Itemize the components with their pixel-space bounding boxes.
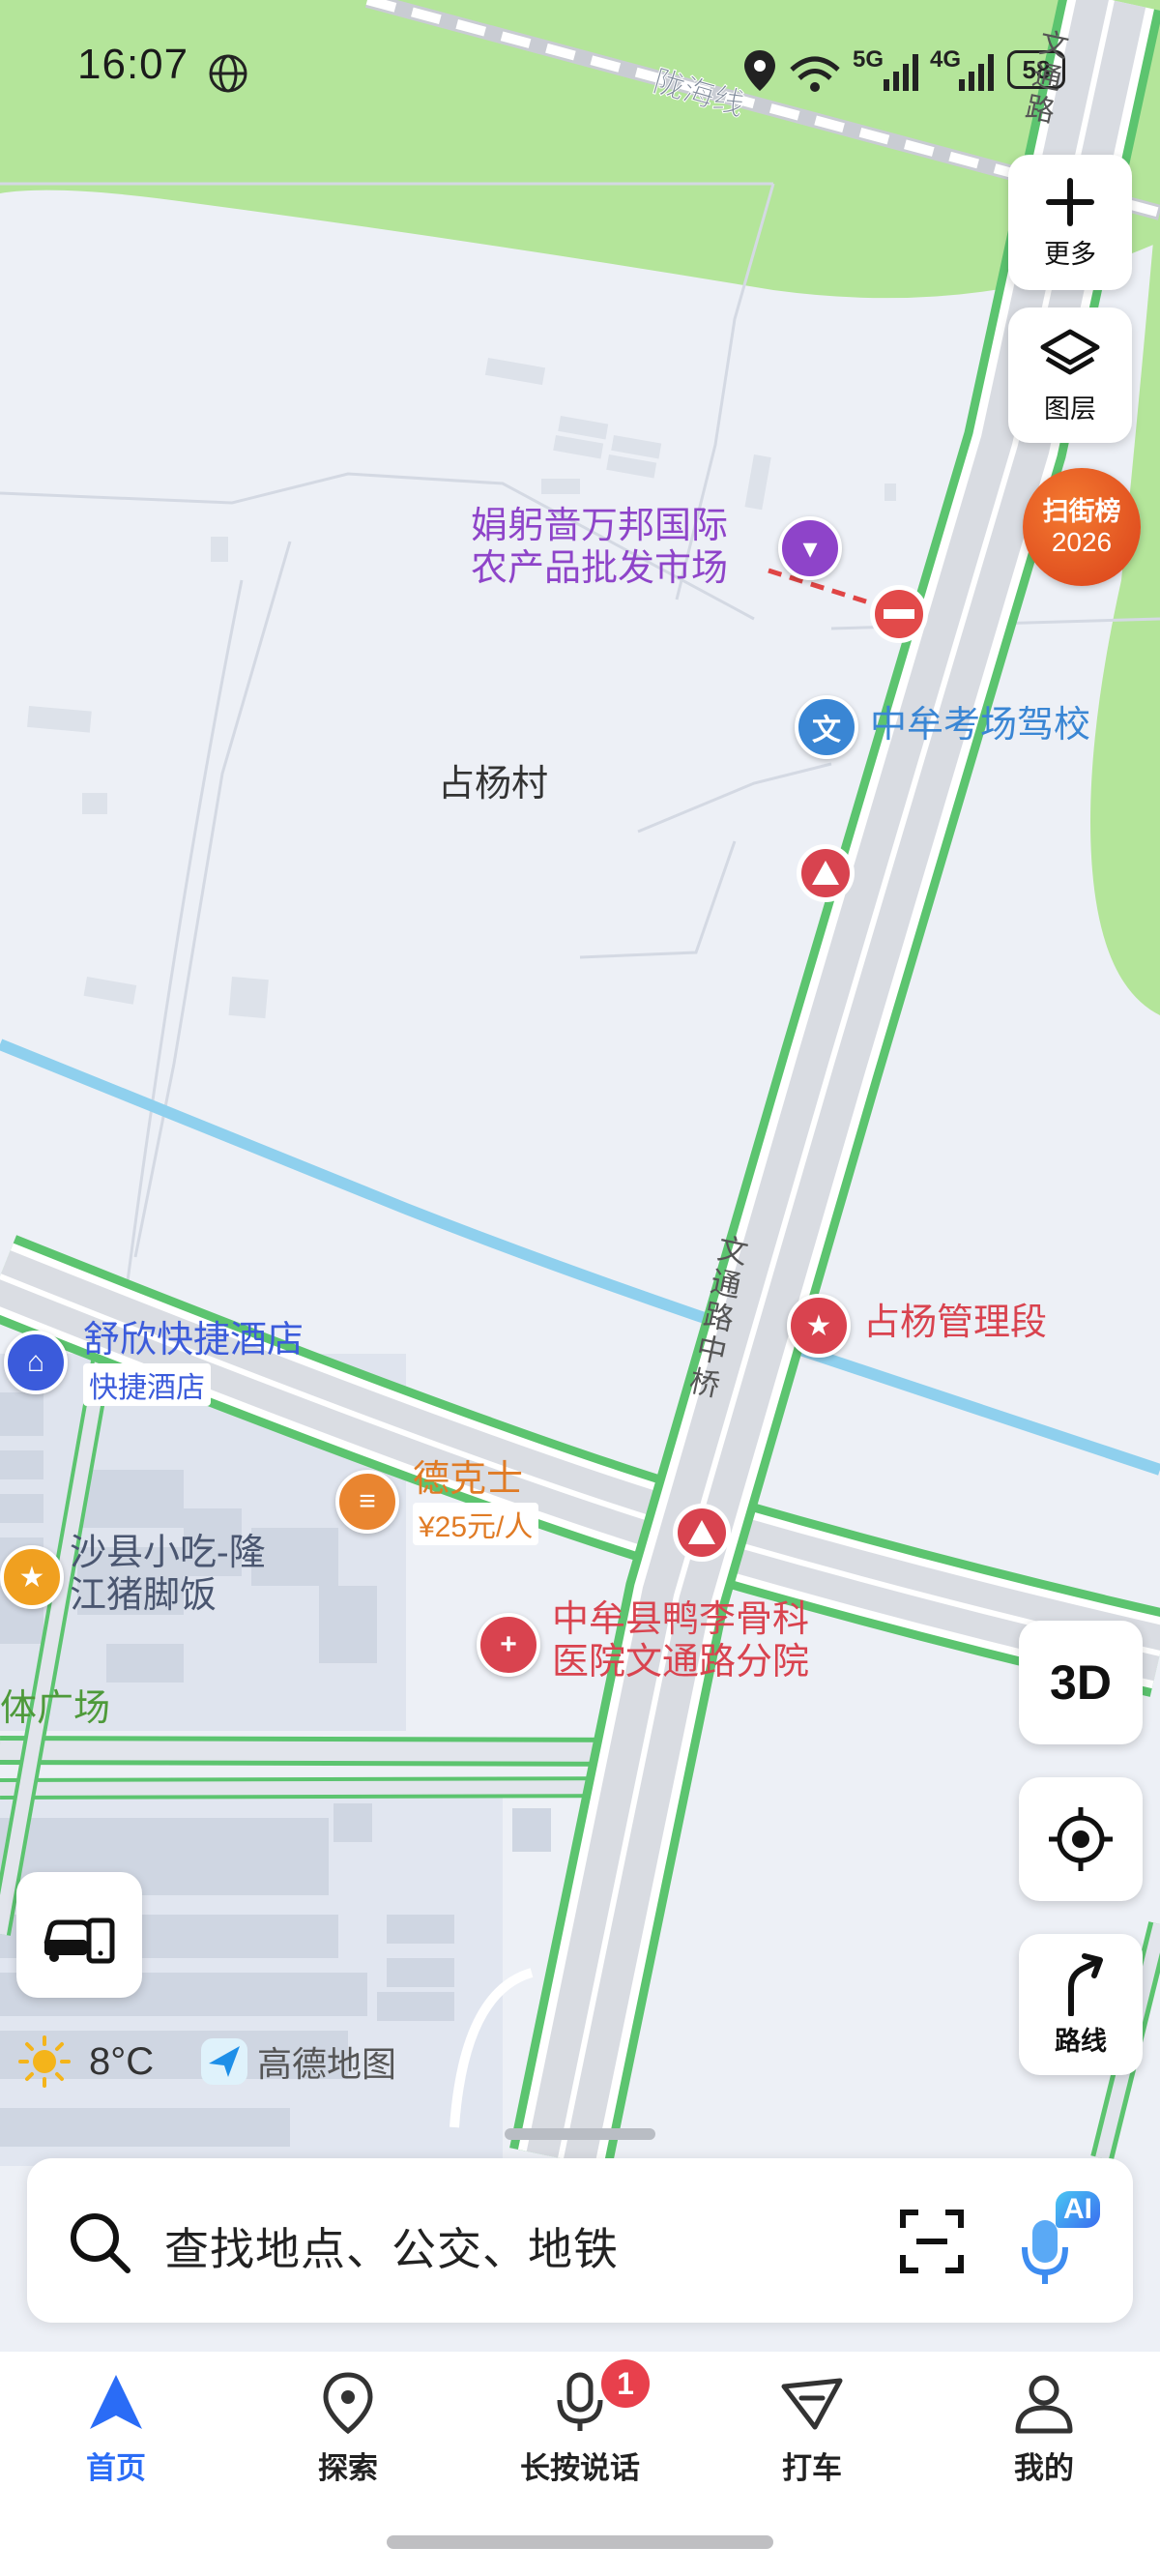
construction-icon bbox=[797, 844, 855, 902]
sheet-drag-handle[interactable] bbox=[505, 2128, 655, 2140]
scan-icon[interactable] bbox=[899, 2209, 965, 2274]
car-mode-button[interactable] bbox=[16, 1872, 142, 1998]
tab-voice-label: 长按说话 bbox=[520, 2451, 640, 2485]
route-button[interactable]: 路线 bbox=[1019, 1934, 1143, 2075]
poi-market-name-1: 娟躬啬万邦国际 bbox=[471, 506, 729, 546]
voice-notification-badge: 1 bbox=[601, 2359, 650, 2408]
user-icon bbox=[1015, 2375, 1073, 2434]
more-label: 更多 bbox=[1044, 239, 1096, 269]
3d-toggle-button[interactable]: 3D bbox=[1019, 1621, 1143, 1744]
tab-profile[interactable]: 我的 bbox=[947, 2371, 1141, 2487]
tab-explore[interactable]: 探索 bbox=[251, 2371, 445, 2487]
layers-button[interactable]: 图层 bbox=[1008, 307, 1132, 443]
education-icon: 文 bbox=[795, 695, 858, 759]
layers-label: 图层 bbox=[1044, 394, 1096, 424]
poi-snack-name-1: 沙县小吃-隆 bbox=[70, 1533, 266, 1573]
status-bar: 16:07 5G 4G 58 bbox=[0, 0, 1160, 145]
tab-voice[interactable]: 1 长按说话 bbox=[483, 2359, 677, 2487]
star-icon: ★ bbox=[787, 1294, 851, 1358]
burger-icon: ≡ bbox=[335, 1470, 399, 1534]
poi-hotel-sub: 快捷酒店 bbox=[83, 1363, 211, 1406]
weather-widget[interactable]: 8°C bbox=[17, 2034, 154, 2089]
scan-badge-year: 2026 bbox=[1051, 527, 1113, 557]
status-time: 16:07 bbox=[77, 41, 189, 88]
locate-crosshair-icon bbox=[1049, 1807, 1113, 1871]
locate-button[interactable] bbox=[1019, 1777, 1143, 1901]
poi-hospital-name-2: 医院文通路分院 bbox=[552, 1642, 810, 1683]
poi-dicos-price: ¥25元/人 bbox=[413, 1503, 539, 1545]
navigation-arrow-icon bbox=[90, 2375, 142, 2429]
scan-badge-title: 扫街榜 bbox=[1042, 497, 1121, 526]
globe-icon bbox=[209, 54, 247, 93]
search-bar[interactable]: 查找地点、公交、地铁 AI bbox=[27, 2158, 1133, 2323]
scan-ranking-badge[interactable]: 扫街榜 2026 bbox=[1023, 468, 1141, 586]
signal-icon bbox=[959, 54, 994, 91]
medical-cross-icon: + bbox=[477, 1613, 540, 1677]
poi-management-name: 占杨管理段 bbox=[863, 1303, 1048, 1343]
amap-logo-icon bbox=[201, 2038, 247, 2085]
search-input[interactable]: 查找地点、公交、地铁 bbox=[164, 2214, 619, 2278]
village-label: 占杨村 bbox=[438, 764, 549, 805]
network-5g-label: 5G bbox=[853, 46, 884, 73]
shopping-basket-icon: ▾ bbox=[778, 516, 842, 580]
bed-icon: ⌂ bbox=[4, 1331, 68, 1394]
brand-logo: 高德地图 bbox=[199, 2034, 396, 2089]
poi-hotel-name: 舒欣快捷酒店 bbox=[83, 1320, 304, 1361]
poi-snack-name-2: 江猪脚饭 bbox=[70, 1575, 218, 1616]
wifi-icon bbox=[790, 56, 840, 92]
brand-name: 高德地图 bbox=[257, 2044, 397, 2084]
tab-home[interactable]: 首页 bbox=[19, 2371, 213, 2487]
more-button[interactable]: 更多 bbox=[1008, 155, 1132, 290]
construction-icon bbox=[673, 1504, 731, 1562]
no-entry-icon bbox=[870, 585, 928, 643]
poi-dicos-name: 德克士 bbox=[413, 1459, 524, 1500]
partial-place-label: 体广场 bbox=[0, 1688, 111, 1729]
location-pin-icon bbox=[323, 2372, 373, 2435]
tab-taxi-label: 打车 bbox=[782, 2451, 842, 2485]
poi-driving-school-name: 中牟考场驾校 bbox=[870, 705, 1091, 746]
route-arrow-icon bbox=[1068, 1952, 1103, 2016]
ai-label: AI bbox=[1056, 2191, 1100, 2228]
poi-hospital-name-1: 中牟县鸭李骨科 bbox=[552, 1599, 810, 1640]
ai-voice-button[interactable]: AI bbox=[1021, 2191, 1117, 2290]
bottom-tab-bar: 首页 探索 1 长按说话 打车 我的 bbox=[0, 2352, 1160, 2576]
tab-explore-label: 探索 bbox=[318, 2451, 378, 2485]
taxi-icon bbox=[781, 2378, 843, 2430]
plus-icon bbox=[1046, 177, 1094, 226]
route-label: 路线 bbox=[1055, 2026, 1107, 2056]
home-indicator bbox=[387, 2535, 773, 2549]
signal-icon bbox=[884, 54, 918, 91]
sun-icon bbox=[18, 2035, 71, 2088]
layers-icon bbox=[1040, 329, 1100, 374]
car-phone-icon bbox=[44, 1917, 115, 1964]
weather-temp: 8°C bbox=[89, 2039, 155, 2083]
poi-market-name-2: 农产品批发市场 bbox=[471, 548, 729, 589]
3d-label: 3D bbox=[1050, 1655, 1112, 1710]
tab-home-label: 首页 bbox=[86, 2451, 146, 2485]
tab-taxi[interactable]: 打车 bbox=[715, 2371, 909, 2487]
star-food-icon: ★ bbox=[0, 1545, 64, 1609]
tab-profile-label: 我的 bbox=[1014, 2451, 1074, 2485]
search-icon bbox=[71, 2213, 130, 2273]
